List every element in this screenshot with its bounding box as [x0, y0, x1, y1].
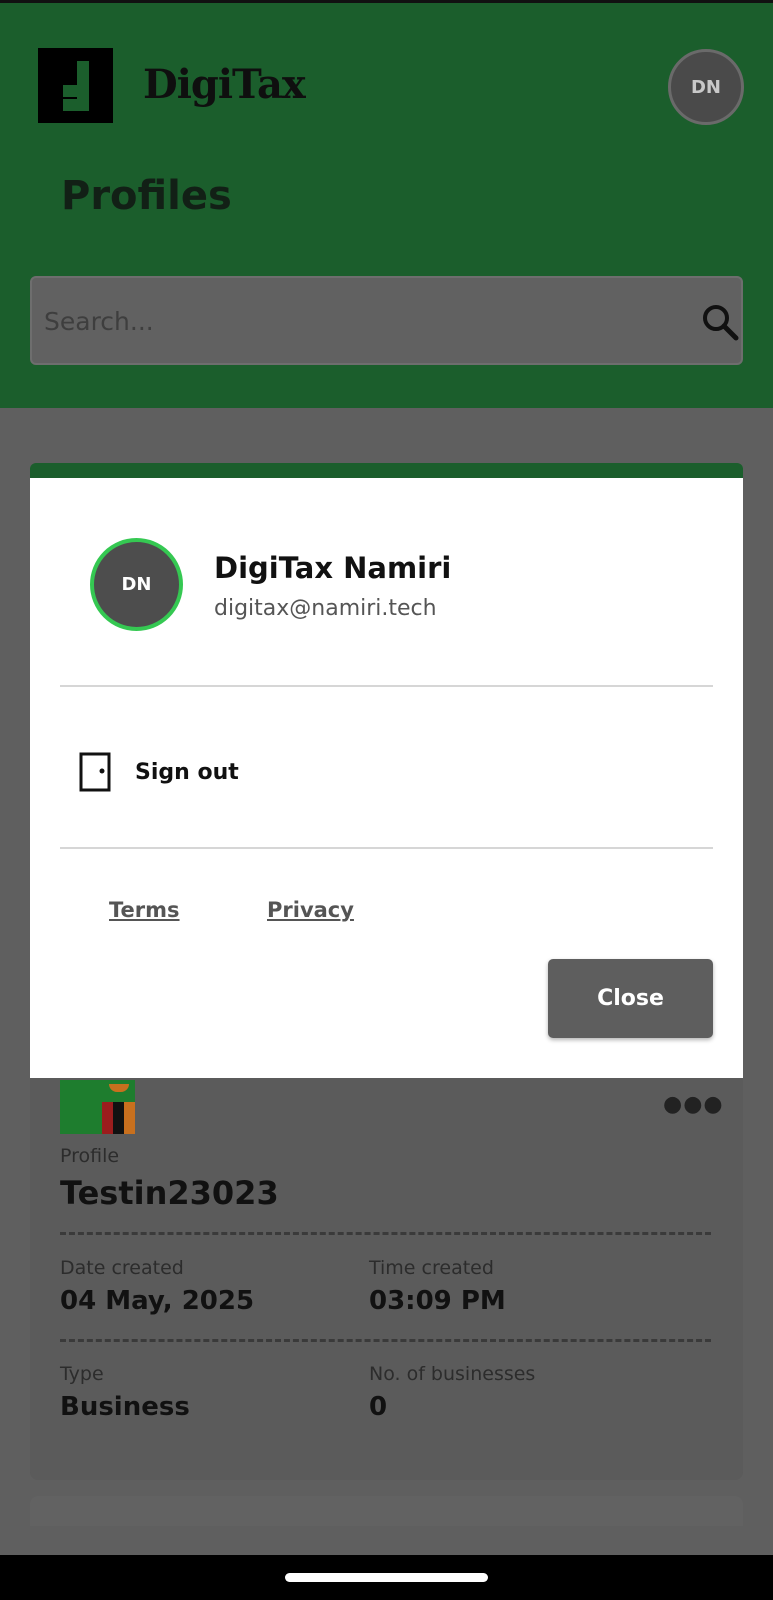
navigation-bar	[0, 1555, 773, 1600]
privacy-link[interactable]: Privacy	[267, 898, 354, 922]
user-avatar[interactable]: DN	[668, 49, 744, 125]
divider	[60, 1339, 711, 1342]
sign-out-button[interactable]: Sign out	[78, 746, 338, 798]
terms-link[interactable]: Terms	[109, 898, 180, 922]
app-header: DigiTax DN Profiles	[0, 3, 773, 408]
search-bar	[30, 276, 743, 365]
divider	[60, 1232, 711, 1235]
businesses-count-label: No. of businesses	[369, 1363, 536, 1385]
time-created-value: 03:09 PM	[369, 1286, 506, 1316]
close-button[interactable]: Close	[548, 959, 713, 1038]
date-created-label: Date created	[60, 1257, 184, 1279]
modal-avatar: DN	[90, 538, 183, 631]
divider	[60, 685, 713, 687]
search-input[interactable]	[44, 298, 644, 344]
sign-out-label: Sign out	[135, 759, 239, 785]
type-value: Business	[60, 1392, 190, 1422]
door-icon	[79, 752, 111, 792]
digitax-logo-icon	[38, 48, 113, 123]
businesses-count-value: 0	[369, 1392, 388, 1422]
time-created-label: Time created	[369, 1257, 494, 1279]
account-modal: DN DigiTax Namiri digitax@namiri.tech Si…	[30, 478, 743, 1078]
brand-name: DigiTax	[143, 61, 306, 108]
type-label: Type	[60, 1363, 104, 1385]
zambia-flag-icon	[60, 1080, 135, 1134]
divider	[60, 847, 713, 849]
profile-card[interactable]: ●●● Profile Testin23023 Date created 04 …	[30, 1050, 743, 1480]
user-name: DigiTax Namiri	[214, 551, 452, 585]
search-icon[interactable]	[700, 302, 740, 342]
profile-name: Testin23023	[60, 1174, 279, 1212]
user-email: digitax@namiri.tech	[214, 596, 437, 621]
date-created-value: 04 May, 2025	[60, 1286, 255, 1316]
profile-label: Profile	[60, 1145, 120, 1167]
more-horizontal-icon[interactable]: ●●●	[663, 1092, 724, 1117]
next-profile-card[interactable]	[30, 1496, 743, 1526]
page-title: Profiles	[61, 173, 232, 219]
home-indicator[interactable]	[285, 1573, 488, 1582]
